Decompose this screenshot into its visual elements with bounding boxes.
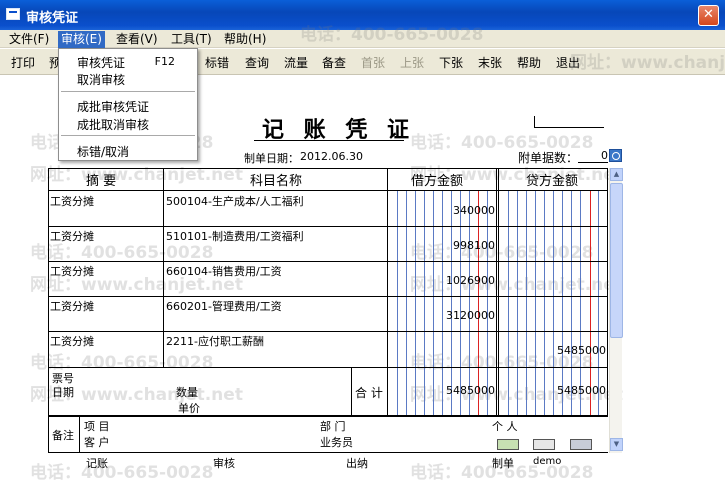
auditor-label: 审核 [213,457,235,470]
col-divider [79,416,80,452]
row-divider [48,296,608,297]
last-button[interactable]: 末张 [478,54,502,71]
row-account[interactable]: 2211-应付职工薪酬 [166,333,264,349]
row-account[interactable]: 660201-管理费用/工资 [166,298,282,314]
audit-dropdown-menu: 审核凭证 F12 取消审核 成批审核凭证 成批取消审核 标错/取消 [58,48,198,161]
row-summary[interactable]: 工资分摊 [50,298,94,314]
salesperson-label: 业务员 [320,436,353,449]
note-button[interactable]: 备查 [322,54,346,71]
ledger-icon[interactable] [497,439,519,450]
row-account[interactable]: 500104-生产成本/人工福利 [166,193,304,209]
header-debit: 借方金额 [411,174,464,189]
menu-item-audit-voucher[interactable]: 审核凭证 [77,54,125,71]
scroll-up-icon[interactable]: ▲ [610,168,623,181]
menu-separator [61,135,195,136]
row-divider [48,261,608,262]
menu-item-cancel-audit[interactable]: 取消审核 [77,71,125,88]
project-label: 项 目 [84,420,110,433]
row-summary[interactable]: 工资分摊 [50,228,94,244]
row-debit[interactable]: 3120000 [405,309,495,322]
first-button[interactable]: 首张 [361,54,385,71]
credit-grid [499,190,607,415]
attachment-lookup-icon[interactable] [609,149,622,162]
close-icon: ✕ [703,7,714,22]
maker-label: 制单 [492,457,514,470]
header-summary: 摘 要 [86,174,117,189]
row-divider [48,416,608,417]
department-label: 部 门 [320,420,346,433]
menu-tools[interactable]: 工具(T) [168,31,215,48]
voucher-number-field[interactable] [534,116,604,128]
exit-button[interactable]: 退出 [556,54,580,71]
row-debit[interactable]: 998100 [405,239,495,252]
row-debit[interactable]: 1026900 [405,274,495,287]
next-button[interactable]: 下张 [439,54,463,71]
app-icon [6,8,20,20]
close-button[interactable]: ✕ [698,5,719,26]
row-divider [48,190,608,191]
title-underline [254,140,404,141]
cashier-label: 出纳 [346,457,368,470]
total-debit: 5485000 [446,384,495,397]
col-divider [163,168,164,367]
menu-item-batch-cancel-audit[interactable]: 成批取消审核 [77,116,149,133]
flow-button[interactable]: 流量 [284,54,308,71]
total-credit: 5485000 [557,384,606,397]
ticket-date-label: 日期 [52,386,74,399]
maker-value: demo [533,456,562,467]
date-label: 制单日期： [244,152,299,165]
vertical-scrollbar[interactable]: ▲ ▼ [609,168,623,453]
customer-label: 客 户 [84,436,110,449]
col-divider [351,367,352,416]
menu-bar: 文件(F) 审核(E) 查看(V) 工具(T) 帮助(H) [0,30,725,48]
bookkeeper-label: 记账 [86,457,108,470]
row-summary[interactable]: 工资分摊 [50,193,94,209]
mark-error-button[interactable]: 标错 [205,54,229,71]
row-debit[interactable]: 340000 [405,204,495,217]
scroll-down-icon[interactable]: ▼ [610,438,623,451]
menu-audit[interactable]: 审核(E) [58,31,105,48]
print-button[interactable]: 打印 [11,54,35,71]
row-credit[interactable]: 5485000 [516,344,606,357]
window-title: 审核凭证 [26,11,79,26]
attachments-label: 附单据数： [518,151,579,165]
menu-item-batch-audit[interactable]: 成批审核凭证 [77,98,149,115]
individual-label: 个 人 [492,420,518,433]
header-credit: 贷方金额 [526,174,579,189]
row-summary[interactable]: 工资分摊 [50,263,94,279]
debit-grid [388,190,496,415]
row-divider [48,331,608,332]
quantity-label: 数量 [176,386,198,399]
row-summary[interactable]: 工资分摊 [50,333,94,349]
col-divider [48,416,49,452]
row-divider [48,367,608,368]
menu-help[interactable]: 帮助(H) [221,31,269,48]
row-divider [48,452,608,453]
menu-view[interactable]: 查看(V) [113,31,161,48]
query-card-icon[interactable] [570,439,592,450]
unit-price-label: 单价 [178,402,200,415]
menu-separator [61,91,195,92]
attachments-field[interactable]: 0 [578,149,608,163]
row-account[interactable]: 660104-销售费用/工资 [166,263,282,279]
scroll-thumb[interactable] [610,183,623,338]
header-account: 科目名称 [250,174,303,189]
query-button[interactable]: 查询 [245,54,269,71]
menu-file[interactable]: 文件(F) [6,31,52,48]
print-card-icon[interactable] [533,439,555,450]
menu-item-shortcut: F12 [154,55,175,68]
col-divider [496,168,497,416]
help-button[interactable]: 帮助 [517,54,541,71]
row-account[interactable]: 510101-制造费用/工资福利 [166,228,304,244]
title-bar: 审核凭证 ✕ [0,0,725,30]
prev-button[interactable]: 上张 [400,54,424,71]
total-label: 合 计 [355,386,383,400]
remarks-label: 备注 [52,429,74,442]
date-value[interactable]: 2012.06.30 [300,150,363,163]
row-divider [48,226,608,227]
menu-item-mark-error[interactable]: 标错/取消 [77,143,129,160]
